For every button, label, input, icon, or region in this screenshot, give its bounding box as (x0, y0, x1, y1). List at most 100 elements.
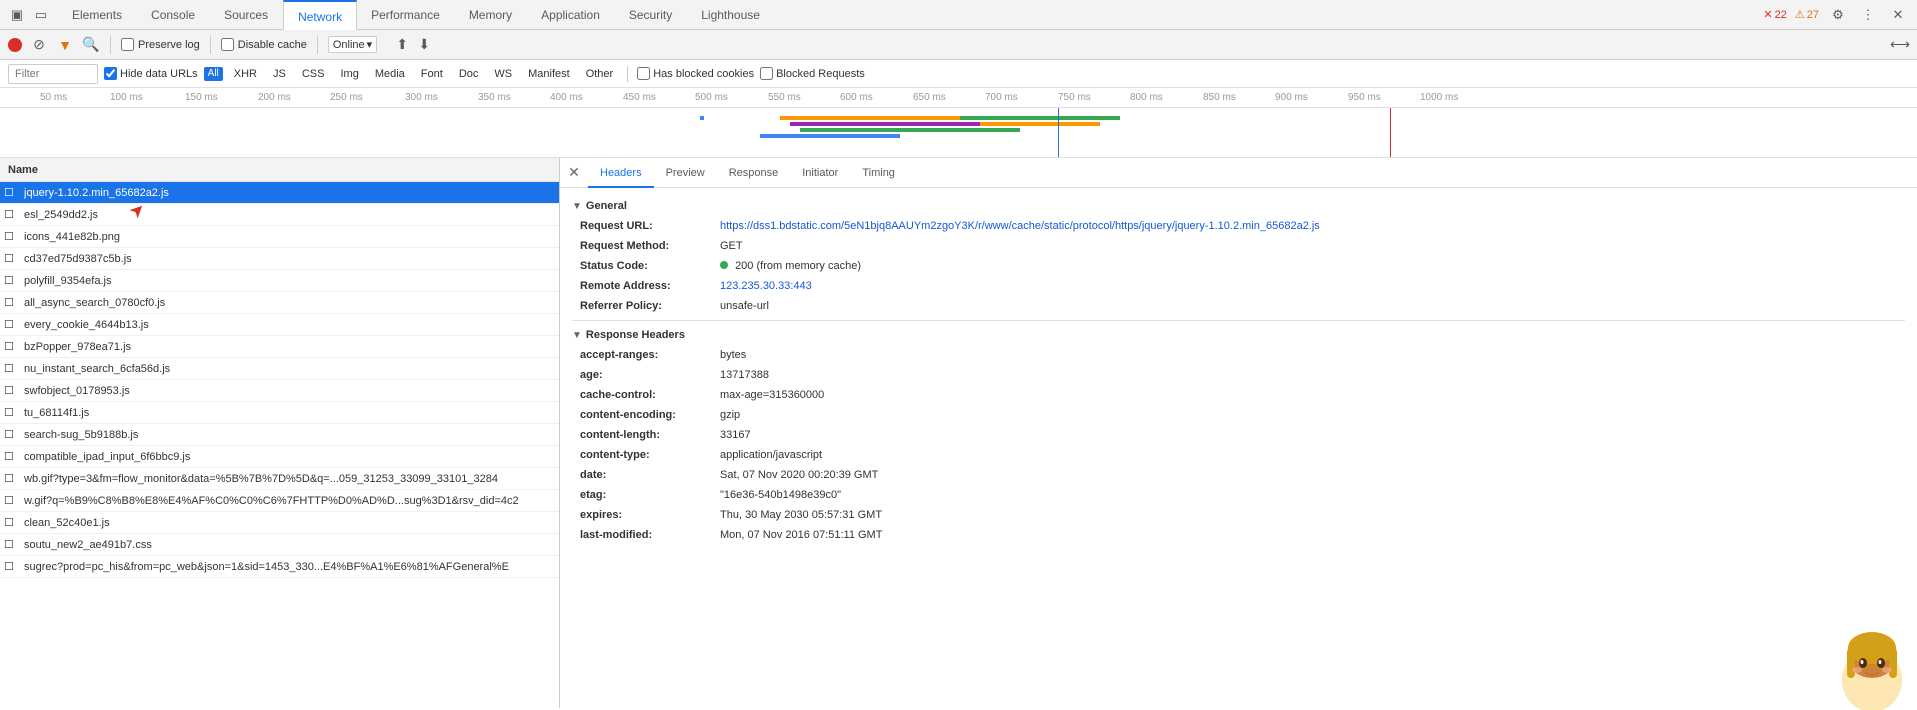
filter-input[interactable] (8, 64, 98, 84)
row-checkbox-6[interactable]: ☐ (4, 318, 20, 331)
network-row[interactable]: ☐ wb.gif?type=3&fm=flow_monitor&data=%5B… (0, 468, 559, 490)
row-checkbox-16[interactable]: ☐ (4, 538, 20, 551)
row-checkbox-3[interactable]: ☐ (4, 252, 20, 265)
tick-350: 350 ms (478, 92, 511, 103)
tab-performance[interactable]: Performance (357, 0, 455, 30)
tab-headers[interactable]: Headers (588, 158, 654, 188)
row-checkbox-13[interactable]: ☐ (4, 472, 20, 485)
more-icon[interactable]: ⋮ (1857, 4, 1879, 26)
response-header-row-0: accept-ranges: bytes (580, 345, 1905, 365)
row-checkbox-17[interactable]: ☐ (4, 560, 20, 573)
network-row[interactable]: ☐ bzPopper_978ea71.js (0, 336, 559, 358)
general-section-header[interactable]: ▼ General (572, 196, 1905, 216)
tick-600: 600 ms (840, 92, 873, 103)
network-row[interactable]: ☐ all_async_search_0780cf0.js (0, 292, 559, 314)
record-button[interactable] (8, 38, 22, 52)
row-checkbox-9[interactable]: ☐ (4, 384, 20, 397)
expand-icon[interactable]: ⟷ (1891, 36, 1909, 54)
network-row[interactable]: ☐ every_cookie_4644b13.js (0, 314, 559, 336)
row-checkbox-11[interactable]: ☐ (4, 428, 20, 441)
disable-cache-checkbox[interactable] (221, 38, 234, 51)
network-row[interactable]: ☐ sugrec?prod=pc_his&from=pc_web&json=1&… (0, 556, 559, 578)
tab-timing[interactable]: Timing (850, 158, 907, 188)
row-checkbox-4[interactable]: ☐ (4, 274, 20, 287)
network-row[interactable]: ☐ icons_441e82b.png (0, 226, 559, 248)
hide-data-urls-label[interactable]: Hide data URLs (104, 67, 198, 80)
network-row[interactable]: ☐ cd37ed75d9387c5b.js (0, 248, 559, 270)
rh-val-8: Thu, 30 May 2030 05:57:31 GMT (720, 507, 882, 523)
row-checkbox-2[interactable]: ☐ (4, 230, 20, 243)
close-panel-button[interactable]: ✕ (560, 158, 588, 188)
online-select[interactable]: Online ▾ (328, 36, 377, 53)
row-checkbox-1[interactable]: ☐ (4, 208, 20, 221)
network-row[interactable]: ☐ w.gif?q=%B9%C8%B8%E8%E4%AF%C0%C0%C6%7F… (0, 490, 559, 512)
network-row[interactable]: ☐ search-sug_5b9188b.js (0, 424, 559, 446)
filter-type-manifest[interactable]: Manifest (523, 67, 575, 81)
preserve-log-label[interactable]: Preserve log (121, 38, 200, 51)
filter-type-img[interactable]: Img (335, 67, 363, 81)
row-checkbox-12[interactable]: ☐ (4, 450, 20, 463)
filter-sep (627, 66, 628, 82)
filter-type-doc[interactable]: Doc (454, 67, 484, 81)
filter-type-ws[interactable]: WS (489, 67, 517, 81)
export-icon[interactable]: ⬇ (415, 36, 433, 54)
request-url-val[interactable]: https://dss1.bdstatic.com/5eN1bjq8AAUYm2… (720, 218, 1320, 234)
collapse-icon[interactable]: ✕ (1887, 4, 1909, 26)
network-row[interactable]: ☐ tu_68114f1.js (0, 402, 559, 424)
settings-icon[interactable]: ⚙ (1827, 4, 1849, 26)
filter-type-font[interactable]: Font (416, 67, 448, 81)
inspect-icon[interactable]: ▣ (6, 4, 28, 26)
device-icon[interactable]: ▭ (30, 4, 52, 26)
network-row[interactable]: ☐ compatible_ipad_input_6f6bbc9.js (0, 446, 559, 468)
clear-button[interactable]: ⊘ (30, 36, 48, 54)
tab-initiator[interactable]: Initiator (790, 158, 850, 188)
network-row[interactable]: ☐ swfobject_0178953.js (0, 380, 559, 402)
tab-security[interactable]: Security (615, 0, 687, 30)
row-checkbox-0[interactable]: ☐ (4, 186, 20, 199)
network-row[interactable]: ☐ soutu_new2_ae491b7.css (0, 534, 559, 556)
row-checkbox-14[interactable]: ☐ (4, 494, 20, 507)
tab-memory[interactable]: Memory (455, 0, 527, 30)
filter-type-media[interactable]: Media (370, 67, 410, 81)
tab-lighthouse[interactable]: Lighthouse (687, 0, 775, 30)
tab-console[interactable]: Console (137, 0, 210, 30)
headers-content[interactable]: ▼ General Request URL: https://dss1.bdst… (560, 188, 1917, 708)
response-header-row-3: content-encoding: gzip (580, 405, 1905, 425)
network-row[interactable]: ☐ clean_52c40e1.js (0, 512, 559, 534)
tab-application[interactable]: Application (527, 0, 615, 30)
row-name-12: compatible_ipad_input_6f6bbc9.js (24, 451, 555, 463)
tab-sources[interactable]: Sources (210, 0, 283, 30)
network-row[interactable]: ☐ polyfill_9354efa.js (0, 270, 559, 292)
network-row[interactable]: ☐ jquery-1.10.2.min_65682a2.js (0, 182, 559, 204)
disable-cache-label[interactable]: Disable cache (221, 38, 307, 51)
tab-elements[interactable]: Elements (58, 0, 137, 30)
tab-response[interactable]: Response (717, 158, 791, 188)
network-row[interactable]: ☐ nu_instant_search_6cfa56d.js (0, 358, 559, 380)
headers-tabs: ✕ Headers Preview Response Initiator Tim… (560, 158, 1917, 188)
hide-data-urls-checkbox[interactable] (104, 67, 117, 80)
blocked-requests-checkbox[interactable] (760, 67, 773, 80)
row-checkbox-10[interactable]: ☐ (4, 406, 20, 419)
has-blocked-checkbox[interactable] (637, 67, 650, 80)
timeline-chart[interactable] (0, 108, 1917, 158)
filter-type-js[interactable]: JS (268, 67, 291, 81)
tab-network[interactable]: Network (283, 0, 357, 30)
filter-type-css[interactable]: CSS (297, 67, 330, 81)
filter-type-other[interactable]: Other (581, 67, 619, 81)
row-checkbox-5[interactable]: ☐ (4, 296, 20, 309)
network-list-scroll[interactable]: ☐ jquery-1.10.2.min_65682a2.js ☐ esl_254… (0, 182, 559, 708)
all-badge[interactable]: All (204, 67, 223, 81)
row-checkbox-8[interactable]: ☐ (4, 362, 20, 375)
preserve-log-checkbox[interactable] (121, 38, 134, 51)
filter-type-xhr[interactable]: XHR (229, 67, 262, 81)
network-row[interactable]: ☐ esl_2549dd2.js (0, 204, 559, 226)
import-icon[interactable]: ⬆ (393, 36, 411, 54)
row-checkbox-15[interactable]: ☐ (4, 516, 20, 529)
blocked-requests-label[interactable]: Blocked Requests (760, 67, 865, 80)
tab-preview[interactable]: Preview (654, 158, 717, 188)
filter-toggle-icon[interactable]: ▼ (56, 36, 74, 54)
has-blocked-label[interactable]: Has blocked cookies (637, 67, 754, 80)
search-icon[interactable]: 🔍 (82, 36, 100, 54)
row-checkbox-7[interactable]: ☐ (4, 340, 20, 353)
response-headers-section-header[interactable]: ▼ Response Headers (572, 325, 1905, 345)
